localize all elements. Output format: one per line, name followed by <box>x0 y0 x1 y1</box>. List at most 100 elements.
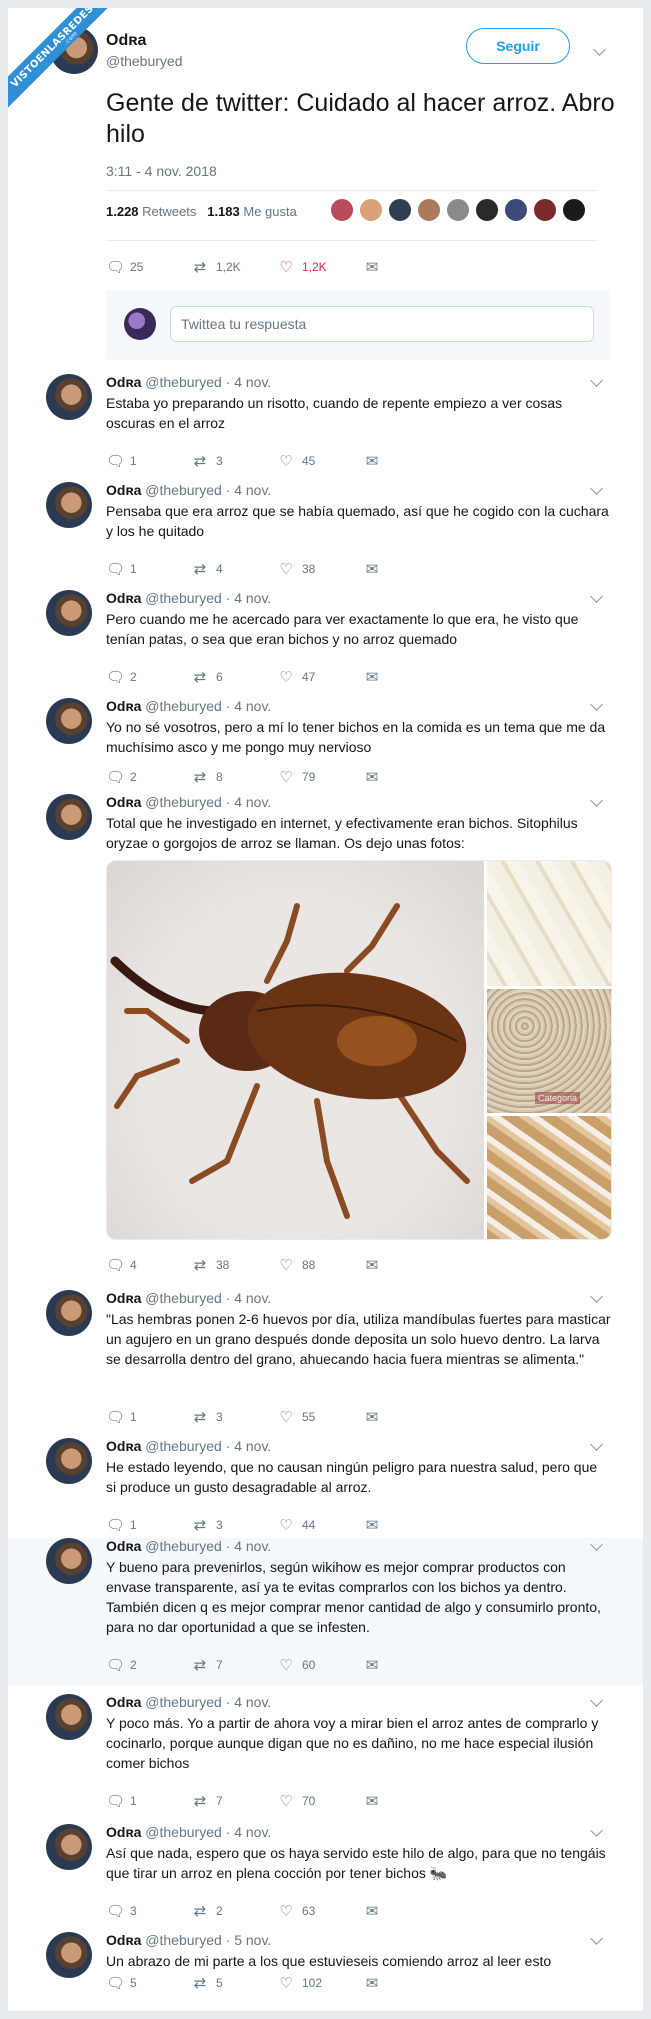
tweet-date[interactable]: · 5 nov. <box>226 1932 272 1948</box>
liker-avatar[interactable] <box>417 198 441 222</box>
tweet-display-name[interactable]: Odʀa <box>106 1694 141 1710</box>
like-button[interactable]: ♡ 79 <box>278 768 364 786</box>
like-button[interactable]: ♡ 47 <box>278 668 364 686</box>
retweet-button[interactable]: ⇄ 5 <box>192 1974 278 1992</box>
tweet-handle[interactable]: @theburyed <box>145 1290 221 1306</box>
reply-button[interactable]: 🗨︎ 1 <box>106 1516 192 1534</box>
liker-avatar[interactable] <box>446 198 470 222</box>
retweets-label[interactable]: Retweets <box>142 204 196 219</box>
thread-tweet[interactable]: Odʀa @theburyed · 4 nov. Pero cuando me h… <box>8 590 643 694</box>
tweet-avatar[interactable] <box>46 1932 92 1978</box>
chevron-down-icon[interactable] <box>590 590 603 603</box>
dm-button[interactable]: ✉︎ <box>364 1408 388 1426</box>
tweet-date[interactable]: · 4 nov. <box>226 794 272 810</box>
tweet-handle[interactable]: @theburyed <box>145 794 221 810</box>
rice-weevil-photo[interactable] <box>487 861 611 986</box>
tweet-display-name[interactable]: Odʀa <box>106 590 141 606</box>
reply-button[interactable]: 🗨︎ 1 <box>106 1792 192 1810</box>
like-button[interactable]: ♡ 45 <box>278 452 364 470</box>
tweet-date[interactable]: · 4 nov. <box>226 374 272 390</box>
tweet-avatar[interactable] <box>46 1290 92 1336</box>
retweet-button[interactable]: ⇄ 6 <box>192 668 278 686</box>
tweet-avatar[interactable] <box>46 1538 92 1584</box>
tweet-handle[interactable]: @theburyed <box>145 1694 221 1710</box>
chevron-down-icon[interactable] <box>590 1694 603 1707</box>
tweet-avatar[interactable] <box>46 1694 92 1740</box>
tweet-display-name[interactable]: Odʀa <box>106 1538 141 1554</box>
like-button[interactable]: ♡ 44 <box>278 1516 364 1534</box>
thread-tweet[interactable]: Odʀa @theburyed · 5 nov. Un abrazo de mi … <box>8 1932 643 2011</box>
liker-avatar[interactable] <box>388 198 412 222</box>
tweet-avatar[interactable] <box>46 698 92 744</box>
tweet-display-name[interactable]: Odʀa <box>106 1824 141 1840</box>
retweet-button[interactable]: ⇄ 8 <box>192 768 278 786</box>
thread-tweet[interactable]: Odʀa @theburyed · 4 nov. Yo no sé vosotro… <box>8 698 643 794</box>
tweet-date[interactable]: · 4 nov. <box>226 698 272 714</box>
dm-button[interactable]: ✉︎ <box>364 452 388 470</box>
tweet-date[interactable]: · 4 nov. <box>226 590 272 606</box>
tweet-avatar[interactable] <box>46 1438 92 1484</box>
tweet-handle[interactable]: @theburyed <box>145 1824 221 1840</box>
dm-button[interactable]: ✉︎ <box>364 1656 388 1674</box>
main-timestamp[interactable]: 3:11 - 4 nov. 2018 <box>106 163 217 179</box>
tweet-display-name[interactable]: Odʀa <box>106 374 141 390</box>
main-handle[interactable]: @theburyed <box>106 53 182 69</box>
retweets-count[interactable]: 1.228 <box>106 204 139 219</box>
like-button[interactable]: ♡ 1,2K <box>278 258 364 276</box>
chevron-down-icon[interactable] <box>590 1438 603 1451</box>
like-button[interactable]: ♡ 60 <box>278 1656 364 1674</box>
tweet-avatar[interactable] <box>46 374 92 420</box>
chevron-down-icon[interactable] <box>590 482 603 495</box>
thread-tweet[interactable]: Odʀa @theburyed · 4 nov. He estado leyend… <box>8 1438 643 1546</box>
tweet-date[interactable]: · 4 nov. <box>226 1438 272 1454</box>
thread-tweet[interactable]: Odʀa @theburyed · 4 nov. Así que nada, es… <box>8 1824 643 1932</box>
dm-button[interactable]: ✉︎ <box>364 258 388 276</box>
tweet-date[interactable]: · 4 nov. <box>226 1694 272 1710</box>
tweet-display-name[interactable]: Odʀa <box>106 794 141 810</box>
chevron-down-icon[interactable] <box>590 794 603 807</box>
tweet-date[interactable]: · 4 nov. <box>226 1824 272 1840</box>
liker-avatar[interactable] <box>359 198 383 222</box>
like-button[interactable]: ♡ 70 <box>278 1792 364 1810</box>
chevron-down-icon[interactable] <box>590 1824 603 1837</box>
retweet-button[interactable]: ⇄ 3 <box>192 1516 278 1534</box>
retweet-button[interactable]: ⇄ 3 <box>192 452 278 470</box>
dm-button[interactable]: ✉︎ <box>364 560 388 578</box>
tweet-handle[interactable]: @theburyed <box>145 1538 221 1554</box>
thread-tweet[interactable]: Odʀa @theburyed · 4 nov. Y poco más. Yo a… <box>8 1694 643 1822</box>
like-button[interactable]: ♡ 102 <box>278 1974 364 1992</box>
likes-count[interactable]: 1.183 <box>207 204 240 219</box>
reply-input[interactable]: Twittea tu respuesta <box>170 306 594 342</box>
main-display-name[interactable]: Odʀa <box>106 32 146 50</box>
retweet-button[interactable]: ⇄ 2 <box>192 1902 278 1920</box>
chevron-down-icon[interactable] <box>590 1290 603 1303</box>
tweet-date[interactable]: · 4 nov. <box>226 1538 272 1554</box>
weevil-photo[interactable] <box>107 861 484 1239</box>
likes-label[interactable]: Me gusta <box>243 204 296 219</box>
reply-button[interactable]: 🗨︎ 4 <box>106 1256 192 1274</box>
tweet-display-name[interactable]: Odʀa <box>106 482 141 498</box>
reply-button[interactable]: 🗨︎ 2 <box>106 768 192 786</box>
dm-button[interactable]: ✉︎ <box>364 768 388 786</box>
retweet-button[interactable]: ⇄ 7 <box>192 1656 278 1674</box>
liker-avatar[interactable] <box>330 198 354 222</box>
dm-button[interactable]: ✉︎ <box>364 1516 388 1534</box>
thread-tweet[interactable]: Odʀa @theburyed · 4 nov. "Las hembras pon… <box>8 1290 643 1438</box>
chevron-down-icon[interactable] <box>590 1538 603 1551</box>
dm-button[interactable]: ✉︎ <box>364 1256 388 1274</box>
tweet-avatar[interactable] <box>46 1824 92 1870</box>
tweet-handle[interactable]: @theburyed <box>145 698 221 714</box>
liker-avatar[interactable] <box>533 198 557 222</box>
tweet-handle[interactable]: @theburyed <box>145 590 221 606</box>
tweet-handle[interactable]: @theburyed <box>145 482 221 498</box>
reply-button[interactable]: 🗨︎ 2 <box>106 668 192 686</box>
tweet-date[interactable]: · 4 nov. <box>226 482 272 498</box>
liker-avatar[interactable] <box>562 198 586 222</box>
chevron-down-icon[interactable] <box>590 698 603 711</box>
reply-button[interactable]: 🗨︎ 2 <box>106 1656 192 1674</box>
liker-avatar[interactable] <box>475 198 499 222</box>
tweet-avatar[interactable] <box>46 482 92 528</box>
reply-button[interactable]: 🗨︎ 1 <box>106 452 192 470</box>
chevron-down-icon[interactable] <box>590 374 603 387</box>
like-button[interactable]: ♡ 88 <box>278 1256 364 1274</box>
